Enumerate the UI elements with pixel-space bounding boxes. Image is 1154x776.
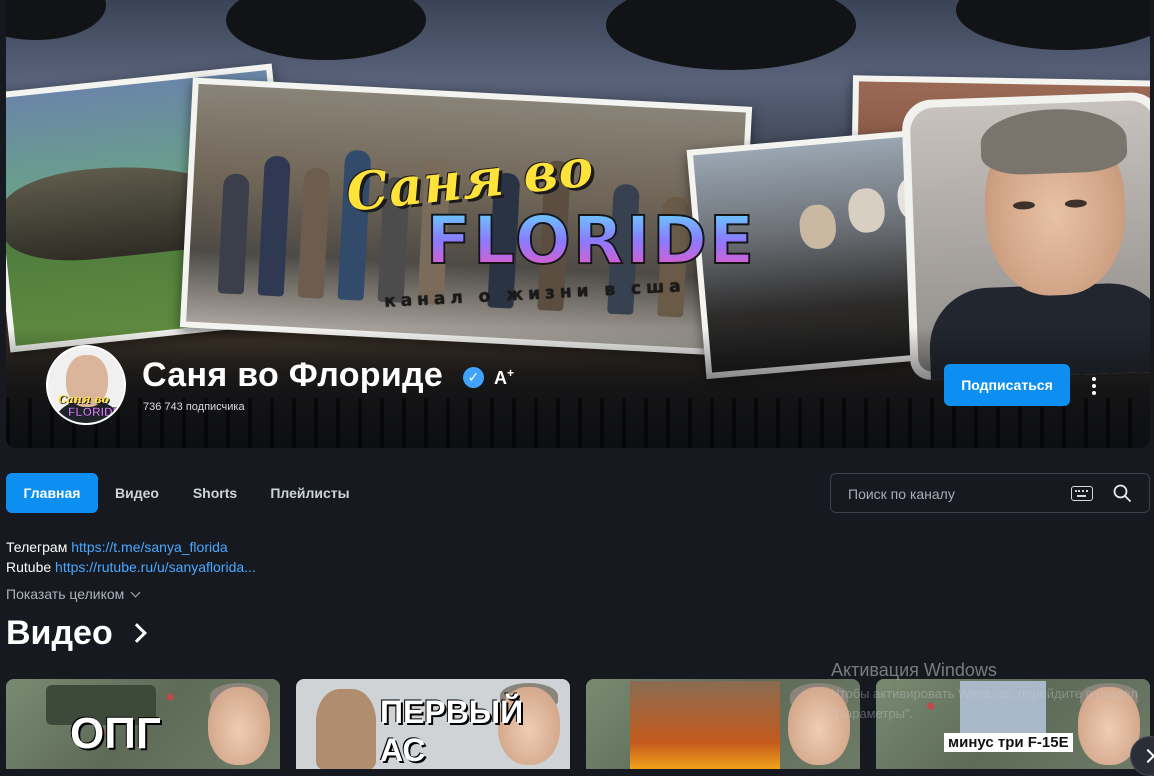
tab-playlists[interactable]: Плейлисты — [260, 473, 360, 513]
video-caption: ОПГ — [70, 709, 161, 758]
description-telegram: Телеграм https://t.me/sanya_florida — [6, 539, 228, 555]
more-options-icon[interactable] — [1084, 372, 1104, 400]
search-icon[interactable] — [1113, 484, 1131, 502]
artist-badge-icon: A+ — [494, 366, 514, 389]
subscribe-button[interactable]: Подписаться — [944, 364, 1070, 406]
palm-silhouette — [6, 0, 106, 40]
logo-subtitle: канал о жизни в сша — [383, 276, 687, 312]
logo-main-text: FLORIDE — [425, 201, 757, 280]
badge-sup: + — [507, 366, 515, 380]
tab-home[interactable]: Главная — [6, 473, 98, 513]
description-rutube: Rutube https://rutube.ru/u/sanyaflorida.… — [6, 559, 256, 575]
channel-title: Саня во Флориде — [142, 356, 444, 394]
video-thumbnail[interactable]: ОПГ — [6, 679, 280, 769]
rutube-label: Rutube — [6, 559, 52, 575]
avatar-logo-main: FLORIDE — [68, 405, 121, 420]
badge-label: A — [494, 368, 507, 388]
telegram-label: Телеграм — [6, 539, 68, 555]
verified-icon: ✓ — [463, 367, 484, 388]
banner-logo: Саня во FLORIDE канал о жизни в сша — [336, 137, 796, 312]
video-thumbnail[interactable]: ПЕРВЫЙ АС — [296, 679, 570, 769]
chevron-down-icon — [130, 587, 141, 598]
videos-section-title[interactable]: Видео — [6, 614, 113, 653]
windows-activation-text: Чтобы активировать Windows, перейдите в … — [831, 686, 1138, 721]
telegram-link[interactable]: https://t.me/sanya_florida — [71, 539, 227, 555]
chevron-right-icon[interactable] — [127, 623, 147, 643]
channel-avatar[interactable]: Саня во FLORIDE — [46, 345, 126, 425]
video-thumbnail[interactable] — [586, 679, 860, 769]
channel-search[interactable]: Поиск по каналу — [830, 473, 1150, 513]
subscriber-count: 736 743 подписчика — [143, 401, 245, 413]
show-more-label: Показать целиком — [6, 586, 125, 602]
search-input[interactable]: Поиск по каналу — [848, 486, 955, 502]
keyboard-icon[interactable] — [1071, 486, 1093, 501]
video-caption: минус три F-15E — [944, 733, 1073, 752]
palm-silhouette — [226, 0, 426, 60]
tab-shorts[interactable]: Shorts — [180, 473, 250, 513]
palm-silhouette — [956, 0, 1150, 50]
video-caption: ПЕРВЫЙ АС — [380, 694, 524, 768]
palm-silhouette — [606, 0, 856, 70]
show-more-button[interactable]: Показать целиком — [6, 586, 141, 602]
tab-videos[interactable]: Видео — [104, 473, 170, 513]
rutube-link[interactable]: https://rutube.ru/u/sanyaflorida... — [55, 559, 256, 575]
windows-activation-title: Активация Windows — [831, 660, 997, 680]
